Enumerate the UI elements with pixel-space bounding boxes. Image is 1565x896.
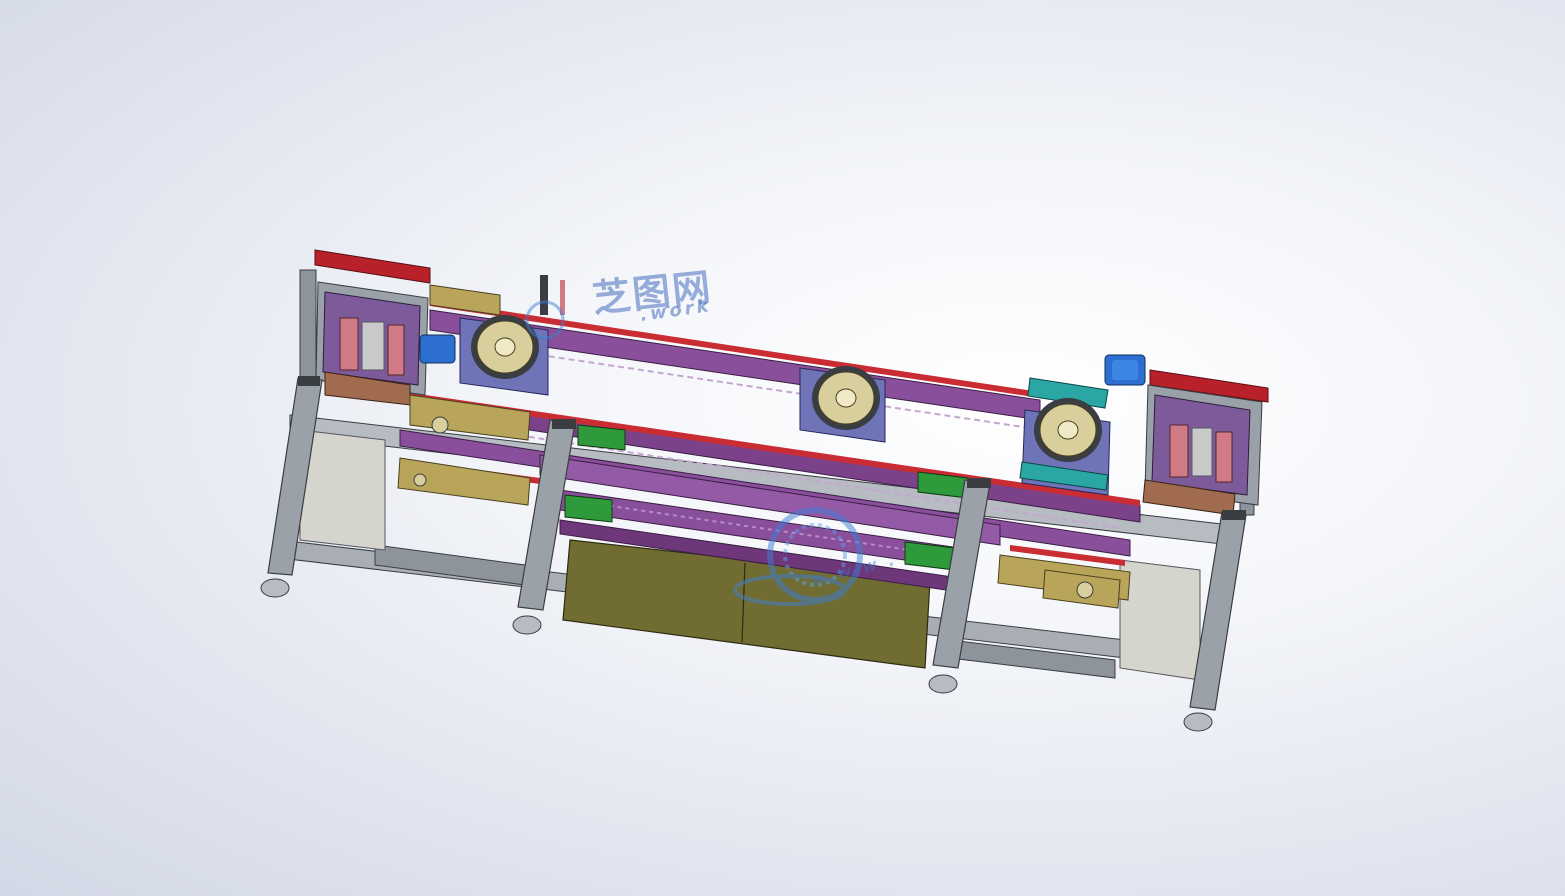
servo-motor-icon <box>1104 354 1146 386</box>
cad-viewport[interactable]: 芝图网 .work w w w . <box>0 0 1565 896</box>
conveyor-assembly-model <box>260 249 1269 732</box>
